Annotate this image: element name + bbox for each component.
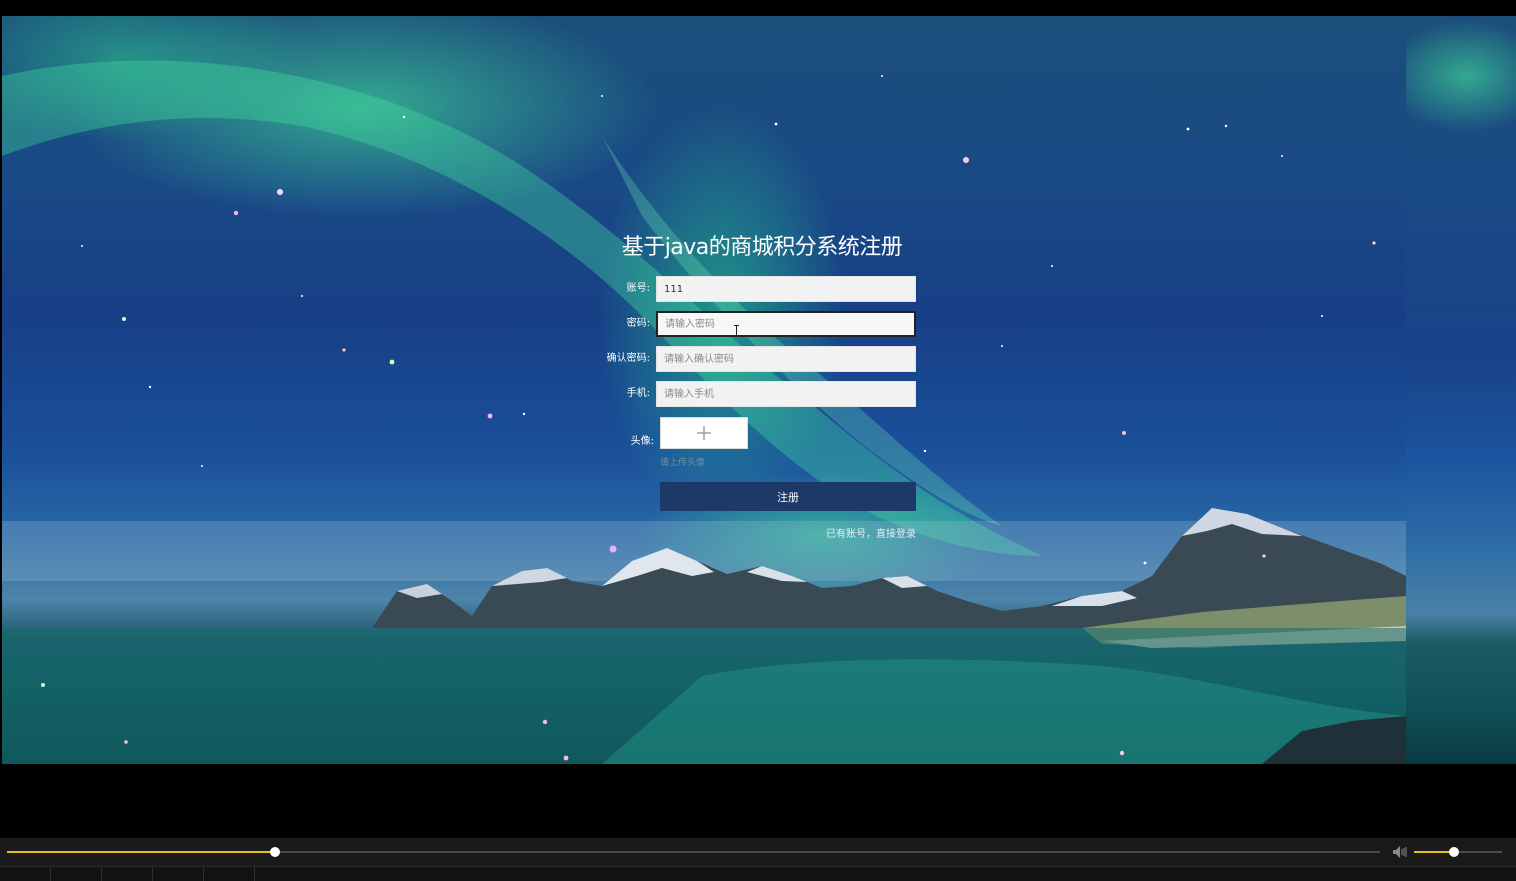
speaker-icon[interactable] bbox=[1392, 845, 1408, 859]
toolbar-slot[interactable] bbox=[0, 867, 51, 881]
avatar-upload-button[interactable] bbox=[660, 417, 748, 449]
login-link[interactable]: 已有账号，直接登录 bbox=[800, 525, 916, 540]
toolbar-slot[interactable] bbox=[153, 867, 204, 881]
password-label: 密码: bbox=[626, 318, 650, 329]
register-title: 基于java的商城积分系统注册 bbox=[621, 235, 903, 260]
phone-label: 手机: bbox=[626, 388, 650, 399]
toolbar-slot[interactable] bbox=[204, 867, 255, 881]
text-cursor-icon bbox=[734, 325, 739, 337]
password-input[interactable] bbox=[656, 311, 916, 337]
toolbar-slot[interactable] bbox=[51, 867, 102, 881]
confirm-password-input[interactable] bbox=[656, 346, 916, 372]
account-label: 账号: bbox=[626, 283, 650, 294]
avatar-hint: 请上传头像 bbox=[660, 458, 706, 468]
avatar-label: 头像: bbox=[630, 436, 654, 447]
window-top-bar bbox=[0, 0, 1516, 16]
plus-icon bbox=[697, 426, 711, 440]
toolbar-slot[interactable] bbox=[102, 867, 153, 881]
seek-progress bbox=[7, 851, 275, 853]
volume-slider[interactable] bbox=[1414, 847, 1502, 857]
seek-bar[interactable] bbox=[7, 847, 1380, 857]
volume-level bbox=[1414, 851, 1454, 853]
account-input[interactable] bbox=[656, 276, 916, 302]
register-button[interactable]: 注册 bbox=[660, 482, 916, 511]
volume-handle[interactable] bbox=[1448, 847, 1459, 857]
seek-handle[interactable] bbox=[269, 847, 280, 857]
phone-input[interactable] bbox=[656, 381, 916, 407]
bottom-toolbar-strip bbox=[0, 866, 1516, 881]
confirm-password-label: 确认密码: bbox=[606, 353, 650, 364]
video-frame-next-preview bbox=[1406, 16, 1516, 764]
